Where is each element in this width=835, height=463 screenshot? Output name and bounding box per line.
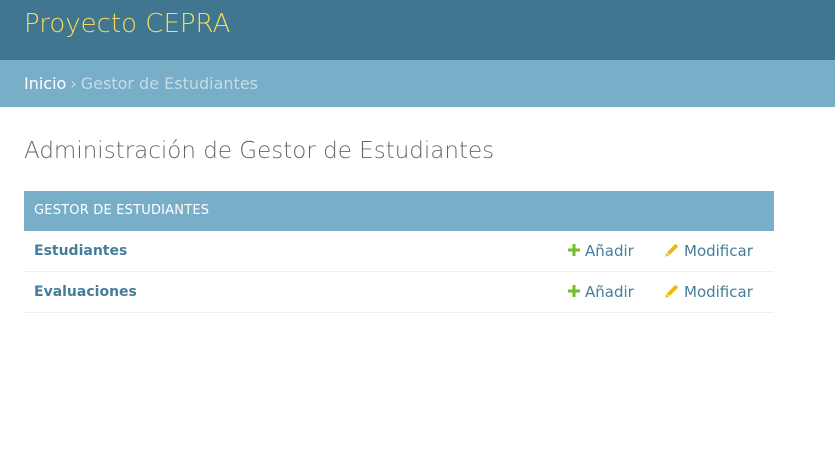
pencil-icon	[665, 243, 679, 257]
breadcrumb: Inicio › Gestor de Estudiantes	[0, 60, 835, 107]
module-caption[interactable]: GESTOR DE ESTUDIANTES	[24, 191, 774, 231]
breadcrumb-current: Gestor de Estudiantes	[80, 74, 258, 93]
table-row: Estudiantes Añadir Modificar	[24, 231, 774, 272]
change-label: Modificar	[684, 283, 753, 301]
model-link-estudiantes[interactable]: Estudiantes	[34, 231, 127, 271]
plus-icon	[568, 284, 580, 297]
header-bar: Proyecto CEPRA	[0, 0, 835, 60]
change-label: Modificar	[684, 242, 753, 260]
change-button-evaluaciones[interactable]: Modificar	[665, 272, 753, 312]
table-row: Evaluaciones Añadir Modificar	[24, 272, 774, 313]
app-module: GESTOR DE ESTUDIANTES Estudiantes Añadir…	[24, 191, 774, 313]
breadcrumb-home-link[interactable]: Inicio	[24, 74, 66, 93]
pencil-icon	[665, 284, 679, 298]
site-title[interactable]: Proyecto CEPRA	[24, 6, 230, 42]
add-label: Añadir	[585, 283, 634, 301]
change-button-estudiantes[interactable]: Modificar	[665, 231, 753, 271]
page-title: Administración de Gestor de Estudiantes	[24, 138, 495, 164]
add-button-evaluaciones[interactable]: Añadir	[568, 272, 634, 312]
model-link-evaluaciones[interactable]: Evaluaciones	[34, 272, 137, 312]
add-button-estudiantes[interactable]: Añadir	[568, 231, 634, 271]
breadcrumb-separator: ›	[70, 74, 77, 93]
add-label: Añadir	[585, 242, 634, 260]
plus-icon	[568, 243, 580, 256]
